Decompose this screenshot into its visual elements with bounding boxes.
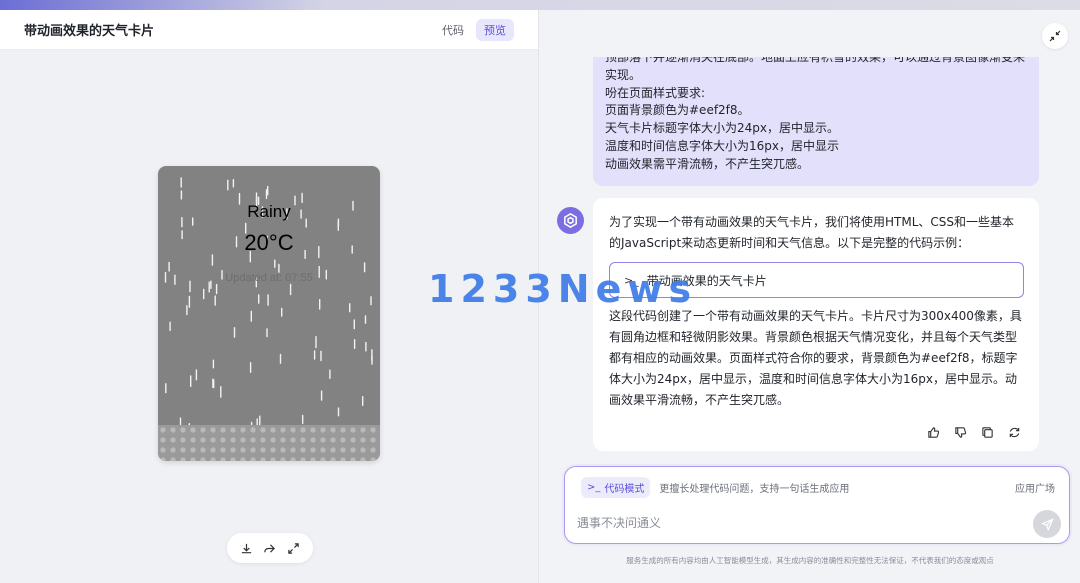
view-toggle: 代码 预览 xyxy=(434,18,514,41)
user-message-text: 顶部落下并逐渐消失在底部。地面上应有积雪的效果，可以通过背景图像渐变来实现。吩在… xyxy=(605,57,1027,174)
snow-ground xyxy=(158,425,380,461)
terminal-icon: >_ xyxy=(587,482,601,493)
weather-updated-time: Updated at: 07:55 xyxy=(225,272,313,284)
assistant-logo-icon xyxy=(564,213,577,228)
weather-condition: Rainy xyxy=(247,202,291,221)
user-message-line: 实现。 xyxy=(605,67,642,82)
copy-icon[interactable] xyxy=(981,426,994,439)
send-button[interactable] xyxy=(1033,510,1061,538)
user-message: 顶部落下并逐渐消失在底部。地面上应有积雪的效果，可以通过背景图像渐变来实现。吩在… xyxy=(593,57,1039,186)
weather-card: Rainy 20°C Updated at: 07:55 xyxy=(158,166,380,461)
terminal-icon: >_ xyxy=(624,273,639,287)
user-message-line: 天气卡片标题字体大小为24px，居中显示。 xyxy=(605,121,839,136)
thumbs-up-icon[interactable] xyxy=(927,426,940,439)
assistant-message: 为了实现一个带有动画效果的天气卡片，我们将使用HTML、CSS和一些基本的Jav… xyxy=(593,198,1039,451)
assistant-summary: 这段代码创建了一个带有动画效果的天气卡片。卡片尺寸为300x400像素，具有圆角… xyxy=(609,309,1022,407)
collapse-icon xyxy=(1049,30,1061,42)
user-message-line: 温度和时间信息字体大小为16px，居中显示 xyxy=(605,138,839,153)
code-mode-label: 代码模式 xyxy=(604,484,645,495)
tab-preview[interactable]: 预览 xyxy=(476,18,514,41)
tab-code[interactable]: 代码 xyxy=(434,19,472,41)
app-square-link[interactable]: 应用广场 xyxy=(1015,480,1055,495)
user-message-line: 页面背景颜色为#eef2f8。 xyxy=(605,103,750,118)
assistant-avatar xyxy=(557,207,584,234)
user-message-line: 吩在页面样式要求: xyxy=(605,85,706,100)
disclaimer: 服务生成的所有内容均由人工智能模型生成，其生成内容的准确性和完整性无法保证，不代… xyxy=(626,556,994,565)
share-icon[interactable] xyxy=(263,541,277,555)
chat-input-box: >_ 代码模式 更擅长处理代码问题，支持一句话生成应用 应用广场 xyxy=(564,466,1070,544)
collapse-button[interactable] xyxy=(1042,23,1068,49)
regenerate-icon[interactable] xyxy=(1008,426,1021,439)
code-mode-description: 更擅长处理代码问题，支持一句话生成应用 xyxy=(659,484,850,495)
user-message-line: 顶部落下并逐渐消失在底部。地面上应有积雪的效果，可以通过背景图像渐变来 xyxy=(605,57,1026,64)
preview-header: 带动画效果的天气卡片 代码 预览 xyxy=(0,10,538,50)
input-mode-row: >_ 代码模式 更擅长处理代码问题，支持一句话生成应用 应用广场 xyxy=(581,477,1055,498)
chat-input[interactable] xyxy=(577,511,1017,535)
code-block-link[interactable]: >_ 带动画效果的天气卡片 xyxy=(609,262,1024,298)
preview-title: 带动画效果的天气卡片 xyxy=(24,24,155,39)
assistant-intro: 为了实现一个带有动画效果的天气卡片，我们将使用HTML、CSS和一些基本的Jav… xyxy=(609,215,1015,250)
preview-panel: 带动画效果的天气卡片 代码 预览 Rainy 20°C Updated at: … xyxy=(0,10,539,583)
message-actions xyxy=(927,426,1021,439)
chat-panel: 顶部落下并逐渐消失在底部。地面上应有积雪的效果，可以通过背景图像渐变来实现。吩在… xyxy=(540,10,1080,583)
send-icon xyxy=(1040,517,1054,531)
weather-temperature: 20°C xyxy=(244,230,294,255)
window-top-strip xyxy=(0,0,1080,10)
fullscreen-icon[interactable] xyxy=(286,541,300,555)
code-block-label: 带动画效果的天气卡片 xyxy=(646,273,767,288)
thumbs-down-icon[interactable] xyxy=(954,426,967,439)
download-icon[interactable] xyxy=(240,541,254,555)
code-mode-chip[interactable]: >_ 代码模式 xyxy=(581,477,651,498)
preview-toolbar xyxy=(227,533,313,563)
user-message-line: 动画效果需平滑流畅，不产生突兀感。 xyxy=(605,156,810,171)
